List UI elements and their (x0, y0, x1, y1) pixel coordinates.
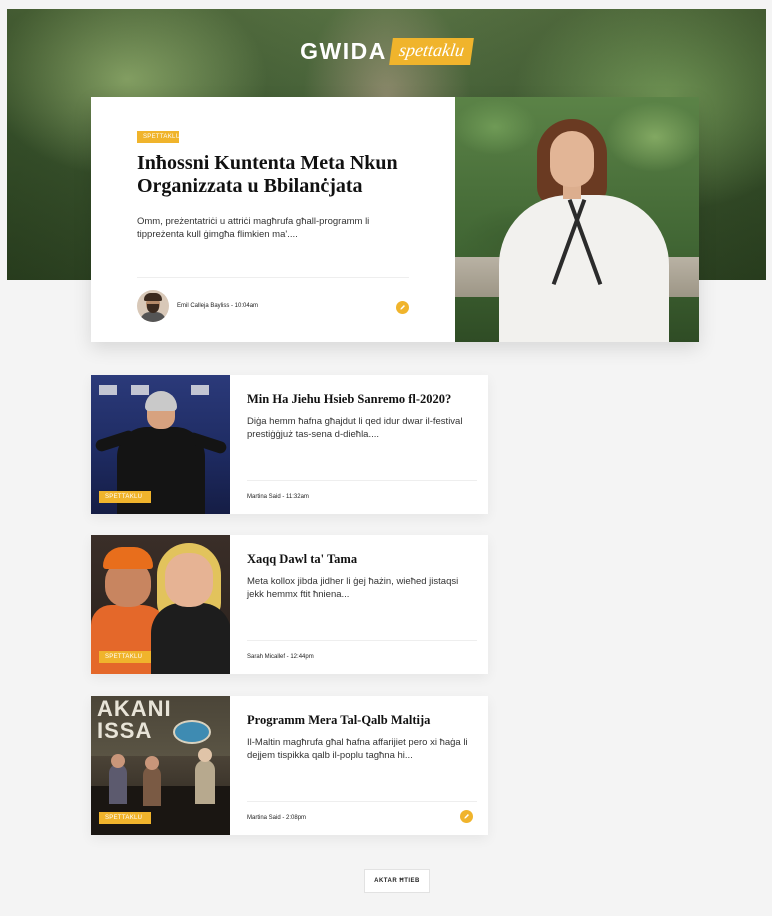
pencil-icon (400, 305, 405, 310)
article-title[interactable]: Programm Mera Tal-Qalb Maltija (247, 713, 482, 728)
article-byline: Sarah Micallef - 12:44pm (247, 654, 314, 660)
page: GWIDA spettaklu SPETTAKLU Inħossni Kunten… (0, 0, 772, 916)
article-title[interactable]: Xaqq Dawl ta' Tama (247, 552, 482, 567)
category-badge[interactable]: SPETTAKLU (99, 651, 151, 663)
article-excerpt: Il-Maltin magħrufa għal ħafna affarijiet… (247, 737, 468, 761)
featured-byline: Emil Calleja Bayliss - 10:04am (177, 303, 259, 309)
article-excerpt: Meta kollox jibda jidher li ġej ħażin, w… (247, 576, 459, 600)
article-thumbnail[interactable]: AKANI ISSA SPETTAKLU (91, 696, 230, 835)
article-thumbnail[interactable]: SPETTAKLU (91, 535, 230, 674)
category-badge[interactable]: SPETTAKLU (99, 491, 151, 503)
article-byline: Martina Said - 11:32am (247, 494, 309, 500)
site-logo[interactable]: GWIDA spettaklu (0, 38, 772, 65)
article-card[interactable]: SPETTAKLU Min Ha Jiehu Hsieb Sanremo fl-… (91, 375, 488, 514)
featured-text: SPETTAKLU Inħossni Kuntenta Meta Nkun Or… (91, 97, 455, 342)
divider (247, 801, 477, 802)
pencil-icon (464, 814, 469, 819)
load-more-button[interactable]: AKTAR ĦTIEB (364, 869, 430, 893)
category-badge[interactable]: SPETTAKLU (137, 131, 180, 143)
article-byline: Martina Said - 2:08pm (247, 815, 307, 821)
divider (247, 480, 477, 481)
featured-image[interactable] (455, 97, 699, 342)
featured-title[interactable]: Inħossni Kuntenta Meta Nkun Organizzata … (137, 152, 427, 198)
article-card[interactable]: AKANI ISSA SPETTAKLU Programm Mera Tal-Q… (91, 696, 488, 835)
logo-brand: GWIDA (300, 38, 387, 64)
author-avatar (137, 290, 169, 322)
featured-article-card[interactable]: SPETTAKLU Inħossni Kuntenta Meta Nkun Or… (91, 97, 699, 342)
article-card[interactable]: SPETTAKLU Xaqq Dawl ta' Tama Meta kollox… (91, 535, 488, 674)
divider (137, 277, 409, 278)
edit-button[interactable] (460, 810, 473, 823)
divider (247, 640, 477, 641)
article-title[interactable]: Min Ha Jiehu Hsieb Sanremo fl-2020? (247, 392, 482, 407)
article-thumbnail[interactable]: SPETTAKLU (91, 375, 230, 514)
article-excerpt: Diġa hemm ħafna għajdut li qed idur dwar… (247, 416, 463, 440)
edit-button[interactable] (396, 301, 409, 314)
logo-tag: spettaklu (388, 38, 474, 65)
category-badge[interactable]: SPETTAKLU (99, 812, 151, 824)
featured-excerpt: Omm, preżentatriċi u attriċi magħrufa għ… (137, 216, 370, 240)
author-row: Emil Calleja Bayliss - 10:04am (137, 290, 258, 322)
